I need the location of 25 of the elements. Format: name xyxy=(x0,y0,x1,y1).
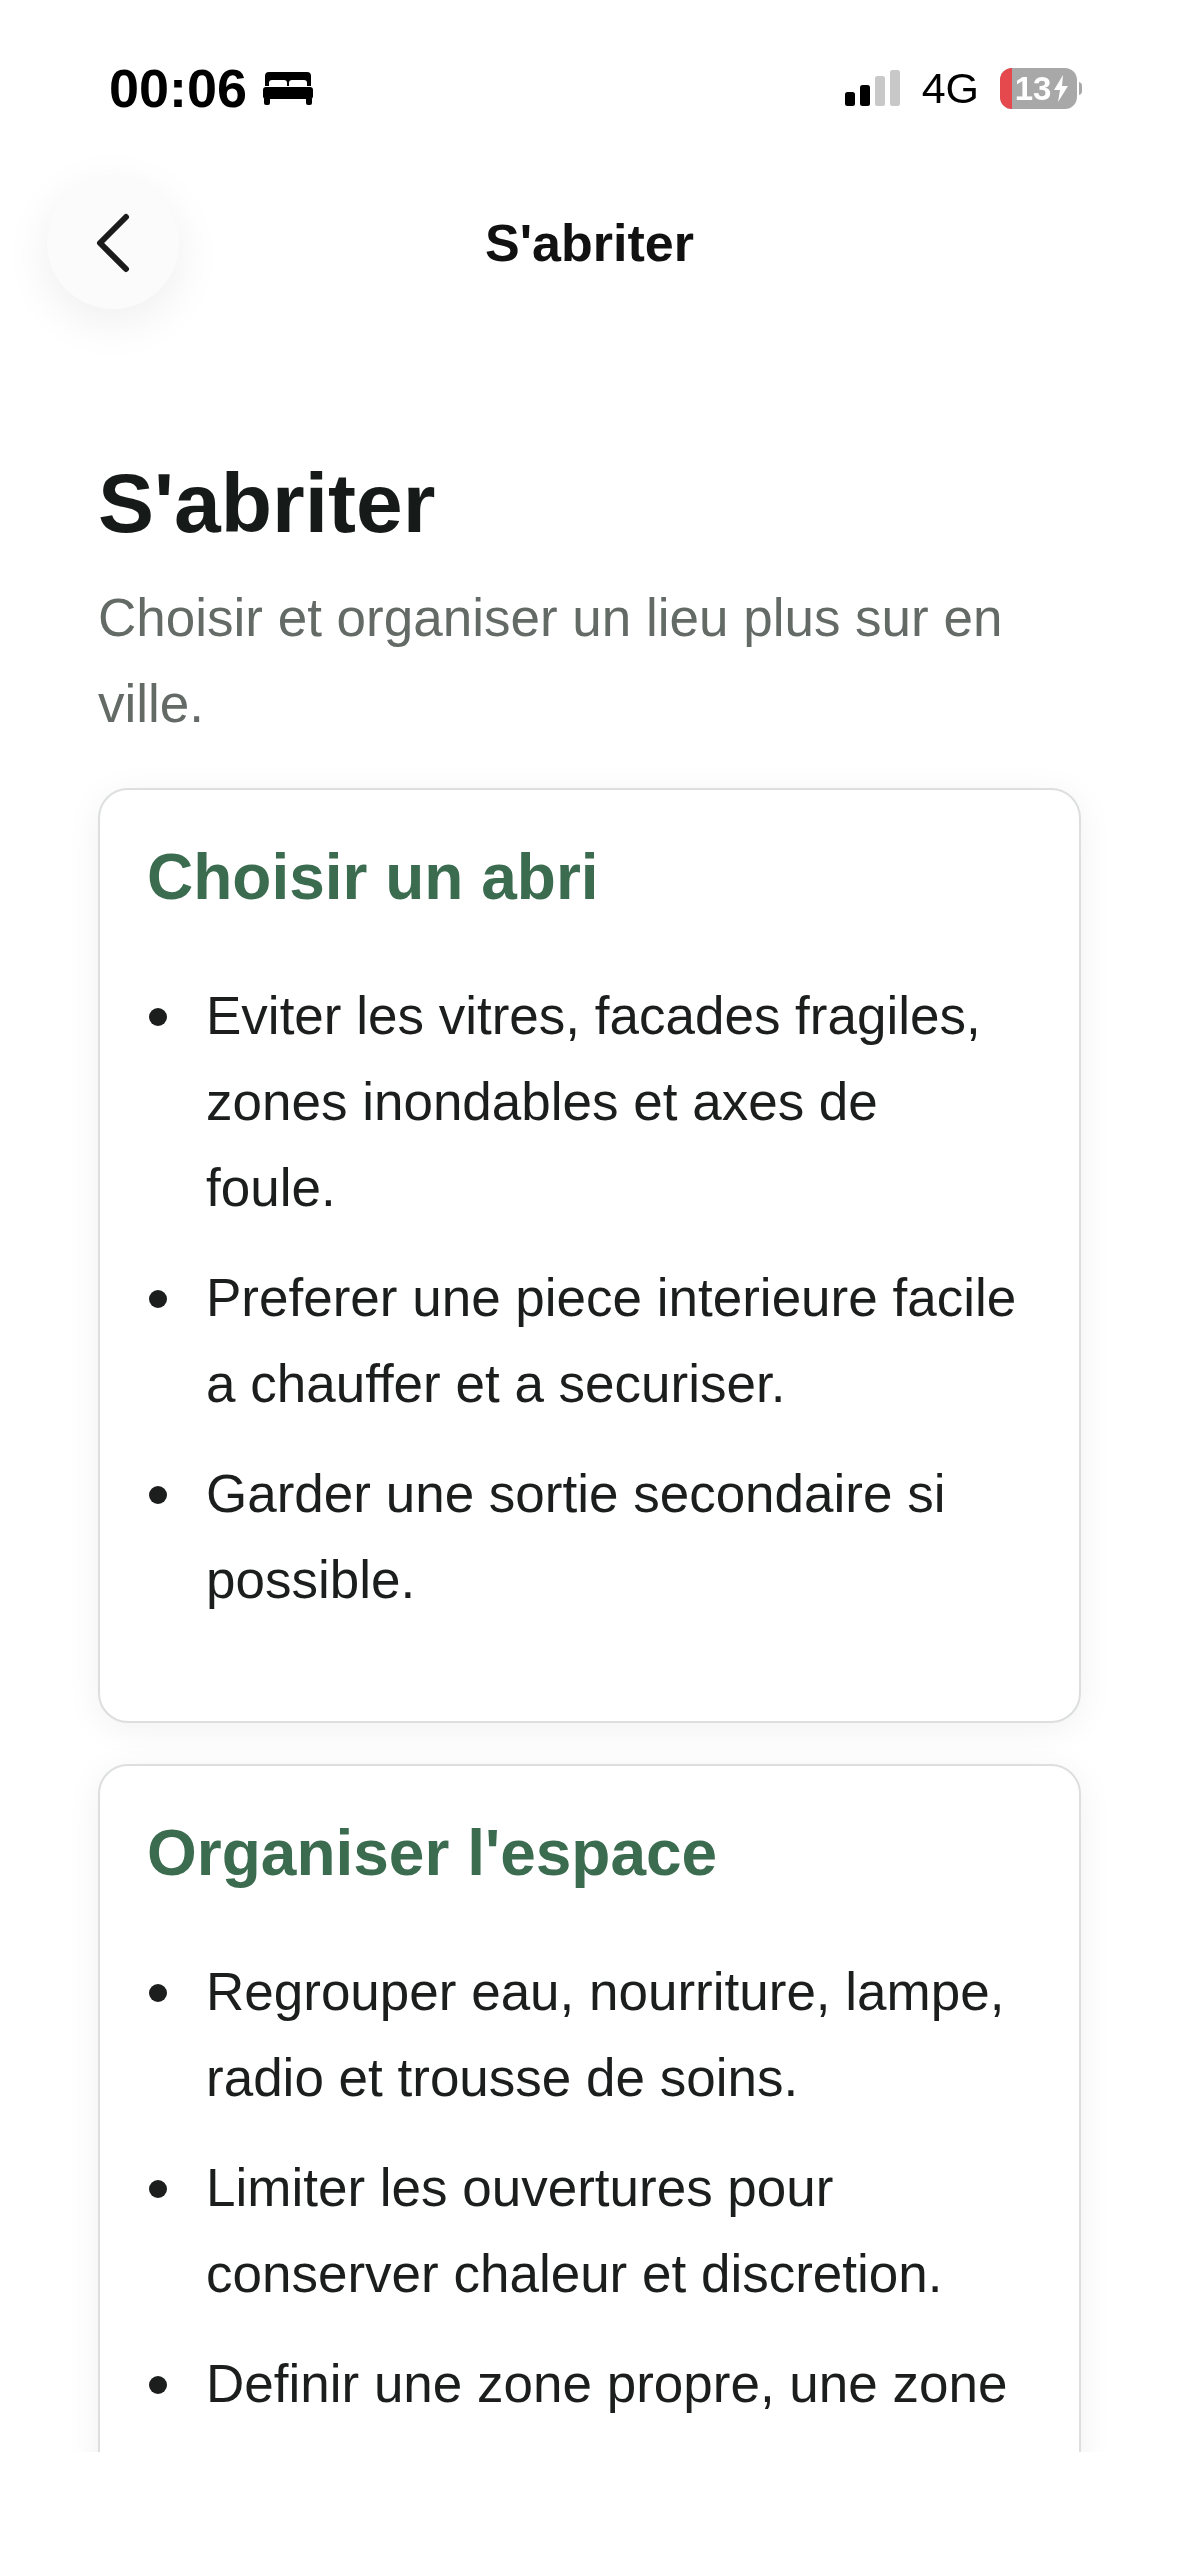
section-heading: Organiser l'espace xyxy=(147,1816,719,1891)
list-item-text: Garder une sortie secondaire si possible. xyxy=(206,1463,947,1611)
list-item-text: Limiter les ouvertures pour conserver chaleur et discretion. xyxy=(206,2157,944,2305)
charging-bolt-icon xyxy=(1054,74,1068,102)
bullet-icon xyxy=(149,2180,167,2198)
bed-icon xyxy=(263,71,314,105)
page-title: S'abriter xyxy=(98,455,437,552)
page-subtitle: Choisir et organiser un lieu plus sur en ville. xyxy=(98,587,1004,735)
bullet-icon xyxy=(149,2376,167,2394)
bullet-icon xyxy=(149,1008,167,1026)
nav-title: S'abriter xyxy=(485,212,694,274)
bullet-icon xyxy=(149,1290,167,1308)
chevron-left-icon xyxy=(95,213,131,273)
section-heading: Choisir un abri xyxy=(147,840,600,915)
list-item-text: Regrouper eau, nourriture, lampe, radio et trousse de soins. xyxy=(206,1961,1006,2109)
signal-icon xyxy=(844,70,901,106)
bullet-icon xyxy=(149,1486,167,1504)
battery-percentage: 13 xyxy=(1014,69,1052,107)
list-item-text: Definir une zone propre, une zone xyxy=(206,2353,1009,2415)
list-item-text: Preferer une piece interieure facile a chauffer et a securiser. xyxy=(206,1267,1018,1415)
status-time: 00:06 xyxy=(109,61,248,115)
battery-icon xyxy=(1000,67,1082,109)
bullet-icon xyxy=(149,1984,167,2002)
list-item-text: Eviter les vitres, facades fragiles, zones inondables et axes de foule. xyxy=(206,985,982,1219)
network-label: 4G xyxy=(921,66,979,110)
